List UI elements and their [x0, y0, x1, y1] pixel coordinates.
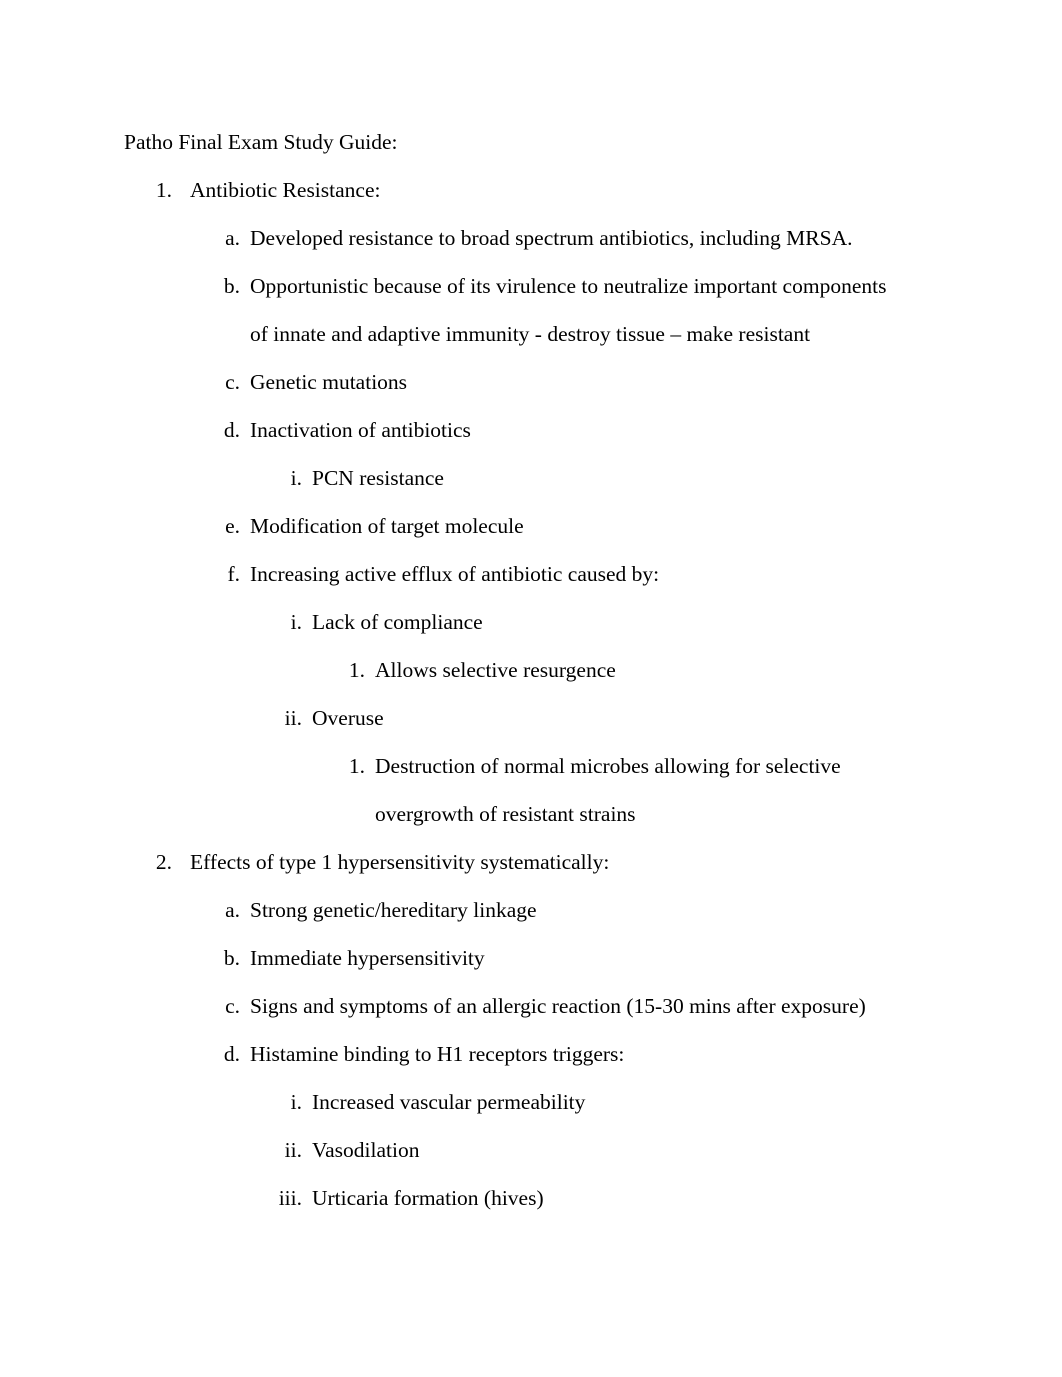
document-body: Patho Final Exam Study Guide: 1. Antibio… [124, 118, 944, 1222]
list-item: 1. Destruction of normal microbes allowi… [349, 742, 935, 838]
list-item: i. Increased vascular permeability [291, 1078, 944, 1126]
list-marker: ii. [284, 1138, 302, 1162]
list-marker: d. [223, 418, 240, 442]
list-item: e. Modification of target molecule [225, 502, 898, 550]
list-item: d. Histamine binding to H1 receptors tri… [224, 1030, 898, 1078]
list-marker: c. [225, 370, 240, 394]
list-item: d. Inactivation of antibiotics [224, 406, 898, 454]
list-item-text: PCN resistance [312, 466, 444, 490]
list-item-text: Inactivation of antibiotics [250, 418, 471, 442]
list-marker: 2. [155, 850, 172, 874]
list-marker: 1. [348, 754, 365, 778]
list-item-text: Urticaria formation (hives) [312, 1186, 544, 1210]
list-item: iii. Urticaria formation (hives) [279, 1174, 944, 1222]
list-item: i. Lack of compliance [291, 598, 944, 646]
list-item: c. Genetic mutations [225, 358, 898, 406]
list-item: b. Opportunistic because of its virulenc… [224, 262, 898, 358]
list-item-text: Effects of type 1 hypersensitivity syste… [190, 850, 610, 874]
list-item-text: Immediate hypersensitivity [250, 946, 485, 970]
list-marker: 1. [155, 178, 172, 202]
list-item-text: Genetic mutations [250, 370, 408, 394]
list-item: c. Signs and symptoms of an allergic rea… [225, 982, 898, 1030]
list-item-text: Signs and symptoms of an allergic reacti… [250, 994, 866, 1018]
list-item: b. Immediate hypersensitivity [224, 934, 898, 982]
list-marker: ii. [284, 706, 302, 730]
list-item: 1. Antibiotic Resistance: [156, 166, 944, 214]
list-marker: 1. [348, 658, 365, 682]
list-marker: c. [225, 994, 240, 1018]
list-item: ii. Vasodilation [285, 1126, 944, 1174]
list-marker: f. [227, 562, 240, 586]
list-marker: b. [223, 274, 240, 298]
list-item: i. PCN resistance [291, 454, 944, 502]
document-page: Patho Final Exam Study Guide: 1. Antibio… [0, 0, 1062, 1377]
list-marker: i. [290, 466, 302, 490]
list-marker: a. [225, 226, 240, 250]
list-item: f. Increasing active efflux of antibioti… [227, 550, 898, 598]
list-marker: i. [290, 610, 302, 634]
list-item-text: Destruction of normal microbes allowing … [375, 754, 841, 826]
list-item-text: Vasodilation [312, 1138, 420, 1162]
list-item: ii. Overuse [285, 694, 944, 742]
list-item-text: Increased vascular permeability [312, 1090, 586, 1114]
list-marker: b. [223, 946, 240, 970]
list-item-text: Allows selective resurgence [375, 658, 616, 682]
list-item-text: Antibiotic Resistance: [190, 178, 381, 202]
list-item: a. Strong genetic/hereditary linkage [225, 886, 898, 934]
list-item: 1. Allows selective resurgence [349, 646, 935, 694]
list-item-text: Opportunistic because of its virulence t… [250, 274, 887, 346]
list-item-text: Increasing active efflux of antibiotic c… [250, 562, 660, 586]
list-item: 2. Effects of type 1 hypersensitivity sy… [156, 838, 944, 886]
list-item-text: Developed resistance to broad spectrum a… [250, 226, 853, 250]
list-marker: i. [290, 1090, 302, 1114]
list-marker: d. [223, 1042, 240, 1066]
list-marker: a. [225, 898, 240, 922]
list-item-text: Histamine binding to H1 receptors trigge… [250, 1042, 625, 1066]
list-item: a. Developed resistance to broad spectru… [225, 214, 898, 262]
list-item-text: Modification of target molecule [250, 514, 524, 538]
list-item-text: Strong genetic/hereditary linkage [250, 898, 537, 922]
page-title: Patho Final Exam Study Guide: [124, 130, 398, 154]
list-item-text: Overuse [312, 706, 384, 730]
list-item-text: Lack of compliance [312, 610, 483, 634]
list-marker: iii. [278, 1186, 302, 1210]
list-marker: e. [225, 514, 240, 538]
